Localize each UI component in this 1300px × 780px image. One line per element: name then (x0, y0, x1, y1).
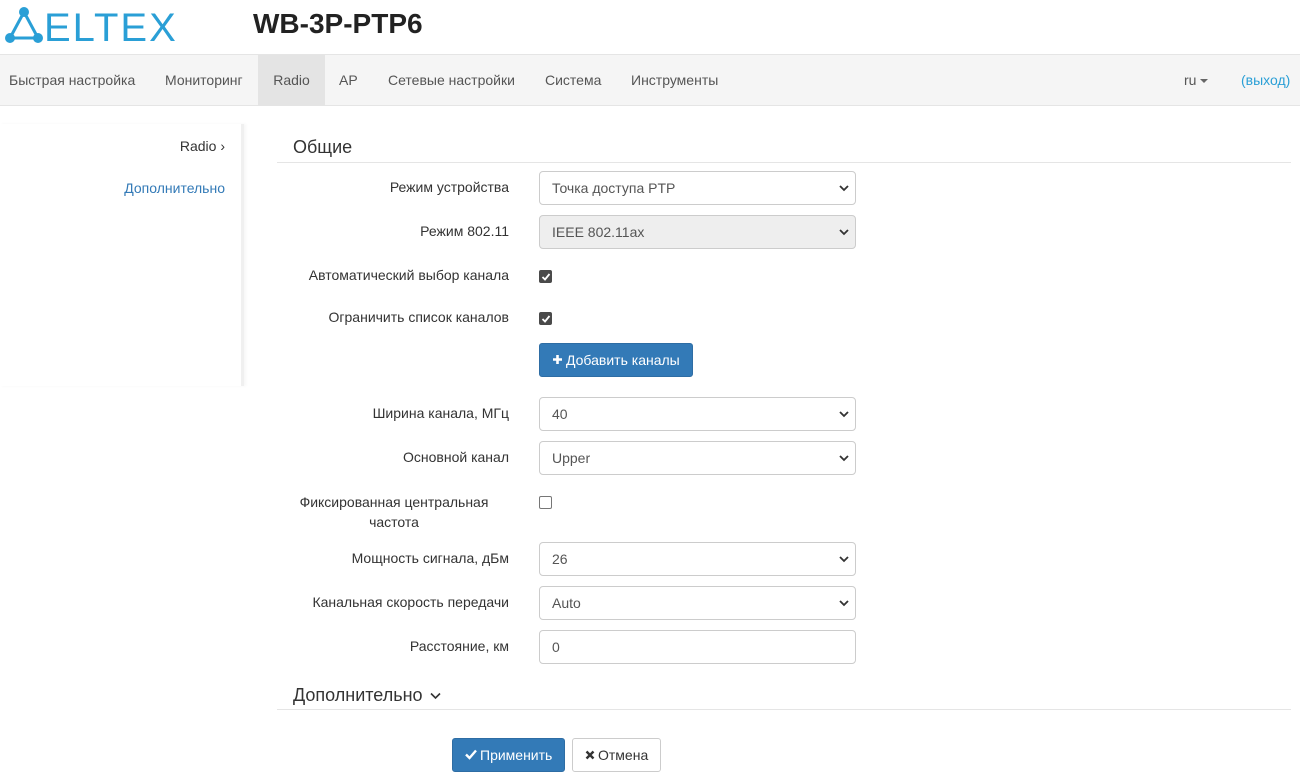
eltex-logo[interactable]: ELTEX (2, 4, 192, 46)
distance-input[interactable] (539, 630, 856, 664)
fixed-center-freq-label: Фиксированная центральная частота (299, 494, 489, 530)
tx-rate-select[interactable]: Auto (539, 586, 856, 620)
close-icon (585, 750, 595, 760)
nav-quick-setup[interactable]: Быстрая настройка (0, 55, 144, 106)
chevron-down-icon (839, 556, 849, 563)
channel-width-label: Ширина канала, МГц (372, 405, 509, 421)
caret-down-icon (1200, 79, 1209, 84)
chevron-down-icon (839, 411, 849, 418)
chevron-down-icon (430, 693, 441, 700)
logout-link[interactable]: (выход) (1232, 55, 1299, 106)
chevron-down-icon (839, 185, 849, 192)
add-channels-label: Добавить каналы (566, 352, 680, 368)
advanced-title-label: Дополнительно (293, 685, 423, 705)
cancel-button[interactable]: Отмена (572, 738, 662, 772)
primary-channel-label: Основной канал (403, 449, 509, 465)
check-icon (541, 315, 551, 323)
main-navbar: Быстрая настройка Мониторинг Radio AP Се… (0, 54, 1300, 106)
language-dropdown[interactable]: ru (1176, 55, 1216, 106)
tx-power-label: Мощность сигнала, дБм (351, 550, 509, 566)
add-channels-button[interactable]: Добавить каналы (539, 343, 693, 377)
section-divider (277, 162, 1291, 163)
channel-width-select[interactable]: 40 (539, 397, 856, 431)
tx-power-value: 26 (552, 551, 568, 567)
nav-system[interactable]: Система (536, 55, 610, 106)
nav-tools[interactable]: Инструменты (622, 55, 727, 106)
device-model-title: WB-3P-PTP6 (253, 8, 423, 39)
check-icon (541, 273, 551, 281)
nav-monitoring[interactable]: Мониторинг (156, 55, 252, 106)
device-mode-value: Точка доступа PTP (552, 180, 676, 196)
language-label: ru (1184, 72, 1197, 88)
nav-ap[interactable]: AP (330, 55, 367, 106)
header: ELTEX WB-3P-PTP6 (0, 0, 1300, 54)
primary-channel-value: Upper (552, 450, 591, 466)
sidebar: Radio › Дополнительно (0, 124, 244, 386)
chevron-down-icon (839, 600, 849, 607)
auto-channel-checkbox[interactable] (539, 270, 552, 283)
mode-80211-label: Режим 802.11 (420, 223, 509, 239)
chevron-down-icon (839, 229, 849, 236)
check-icon (465, 750, 477, 761)
primary-channel-select[interactable]: Upper (539, 441, 856, 475)
limit-channels-label: Ограничить список каналов (328, 309, 509, 325)
nav-radio[interactable]: Radio (258, 55, 325, 106)
section-title-advanced[interactable]: Дополнительно (293, 685, 441, 706)
mode-80211-select[interactable]: IEEE 802.11ax (539, 215, 856, 249)
nav-network-settings[interactable]: Сетевые настройки (379, 55, 524, 106)
section-divider (277, 709, 1291, 710)
auto-channel-label: Автоматический выбор канала (308, 267, 509, 283)
channel-width-value: 40 (552, 406, 568, 422)
apply-button[interactable]: Применить (452, 738, 566, 772)
plus-icon (553, 355, 562, 365)
distance-label: Расстояние, км (409, 638, 509, 654)
fixed-center-freq-checkbox[interactable] (539, 496, 552, 509)
sidebar-item-advanced[interactable]: Дополнительно (124, 180, 225, 196)
apply-label: Применить (480, 747, 553, 763)
mode-80211-value: IEEE 802.11ax (552, 224, 645, 240)
tx-rate-value: Auto (552, 595, 581, 611)
tx-power-select[interactable]: 26 (539, 542, 856, 576)
limit-channels-checkbox[interactable] (539, 312, 552, 325)
device-mode-label: Режим устройства (389, 179, 509, 195)
sidebar-item-radio[interactable]: Radio › (180, 138, 225, 154)
chevron-down-icon (839, 455, 849, 462)
svg-text:ELTEX: ELTEX (44, 6, 178, 46)
cancel-label: Отмена (598, 747, 649, 763)
tx-rate-label: Канальная скорость передачи (312, 594, 509, 610)
section-title-general: Общие (293, 137, 353, 157)
device-mode-select[interactable]: Точка доступа PTP (539, 171, 856, 205)
